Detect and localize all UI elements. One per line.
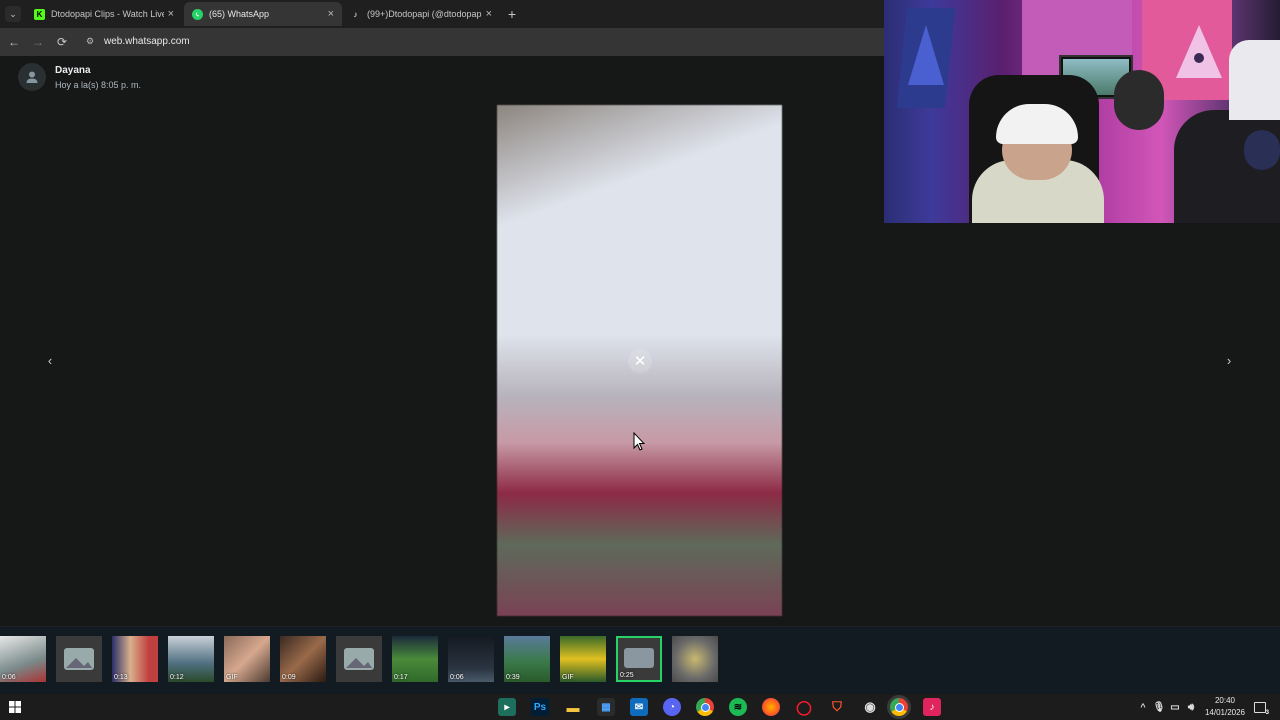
streamer-webcam-overlay [884, 0, 1280, 223]
clock-time[interactable]: 20:40 [1208, 696, 1242, 705]
avatar[interactable] [18, 63, 46, 91]
next-media-chevron-icon[interactable]: › [1219, 350, 1239, 370]
image-placeholder-icon [64, 648, 94, 670]
tab-tiktok[interactable]: ♪ (99+)Dtodopapi (@dtodopapi) × [342, 2, 500, 26]
media-thumbnail-selected[interactable]: 0:25 [616, 636, 662, 682]
thumbnail-duration: 0:09 [282, 674, 296, 681]
close-tab-icon[interactable]: × [486, 8, 492, 20]
close-tab-icon[interactable]: × [168, 8, 174, 20]
previous-media-chevron-icon[interactable]: ‹ [40, 350, 60, 370]
message-timestamp: Hoy a la(s) 8:05 p. m. [55, 80, 142, 90]
file-explorer-icon[interactable]: ▬ [564, 698, 582, 716]
media-thumbnail[interactable] [336, 636, 382, 682]
tab-title: Dtodopapi Clips - Watch Live o [51, 9, 164, 19]
mouse-cursor-icon [633, 432, 645, 451]
notification-count: 3 [1265, 710, 1269, 716]
thumbnail-duration: 0:17 [394, 674, 408, 681]
media-thumbnail[interactable]: GIF [560, 636, 606, 682]
thumbnail-duration: 0:25 [620, 672, 634, 679]
obs-icon[interactable]: ◉ [861, 698, 879, 716]
thumbnail-duration: 0:06 [2, 674, 16, 681]
chrome-active-icon[interactable] [890, 698, 908, 716]
opera-icon[interactable]: ◯ [795, 698, 813, 716]
thumbnail-duration: 0:06 [450, 674, 464, 681]
media-thumbnail[interactable]: 0:06 [0, 636, 46, 682]
close-tab-icon[interactable]: × [328, 8, 334, 20]
tab-whatsapp[interactable]: (65) WhatsApp × [184, 2, 342, 26]
windows-start-icon[interactable] [6, 698, 24, 716]
thumbnail-duration: GIF [226, 674, 238, 681]
brave-icon[interactable]: ⛉ [828, 698, 846, 716]
media-thumbnail[interactable] [56, 636, 102, 682]
close-icon[interactable]: ✕ [628, 349, 652, 373]
image-placeholder-icon [344, 648, 374, 670]
thumbnail-duration: 0:12 [170, 674, 184, 681]
forward-arrow-icon[interactable]: → [30, 34, 46, 50]
media-thumbnail[interactable]: 0:13 [112, 636, 158, 682]
site-info-icon[interactable]: ⚙ [86, 36, 94, 47]
firefox-icon[interactable] [762, 698, 780, 716]
volume-icon[interactable]: 🔊︎ [1182, 698, 1200, 716]
tiktok-taskbar-icon[interactable]: ♪ [923, 698, 941, 716]
thumbnail-duration: 0:13 [114, 674, 128, 681]
media-thumbnail[interactable]: 0:12 [168, 636, 214, 682]
tab-kick-clips[interactable]: K Dtodopapi Clips - Watch Live o × [26, 2, 182, 26]
spotify-icon[interactable]: ≋ [729, 698, 747, 716]
media-thumbnail[interactable]: 0:17 [392, 636, 438, 682]
store-icon[interactable]: ▦ [597, 698, 615, 716]
reload-icon[interactable]: ⟳ [54, 34, 70, 50]
media-thumbnail[interactable]: 0:39 [504, 636, 550, 682]
media-thumbnail[interactable]: 0:06 [448, 636, 494, 682]
url-field[interactable]: web.whatsapp.com [104, 36, 190, 47]
back-arrow-icon[interactable]: ← [6, 34, 22, 50]
contact-name: Dayana [55, 65, 91, 76]
tab-search-chevron-icon[interactable]: ⌄ [5, 6, 21, 22]
kick-logo-icon: K [34, 8, 45, 20]
default-user-icon [26, 71, 38, 83]
thumbnail-duration: GIF [562, 674, 574, 681]
photoshop-icon[interactable]: Ps [531, 698, 549, 716]
notification-icon[interactable]: 3 [1251, 698, 1269, 716]
whatsapp-icon [192, 8, 203, 20]
media-thumbnail[interactable] [672, 636, 718, 682]
app-launcher-icon[interactable]: ▸ [498, 698, 516, 716]
chrome-icon[interactable] [696, 698, 714, 716]
thumbnail-duration: 0:39 [506, 674, 520, 681]
clock-date[interactable]: 14/01/2026 [1200, 708, 1250, 717]
new-tab-plus-icon[interactable]: + [504, 6, 520, 22]
tiktok-icon: ♪ [353, 9, 358, 19]
discord-icon[interactable]: ◔ [663, 698, 681, 716]
media-thumbnail[interactable]: 0:09 [280, 636, 326, 682]
media-thumbnail[interactable]: GIF [224, 636, 270, 682]
mail-icon[interactable]: ✉ [630, 698, 648, 716]
tab-title: (65) WhatsApp [209, 9, 270, 19]
tab-title: (99+)Dtodopapi (@dtodopapi) [367, 9, 482, 19]
